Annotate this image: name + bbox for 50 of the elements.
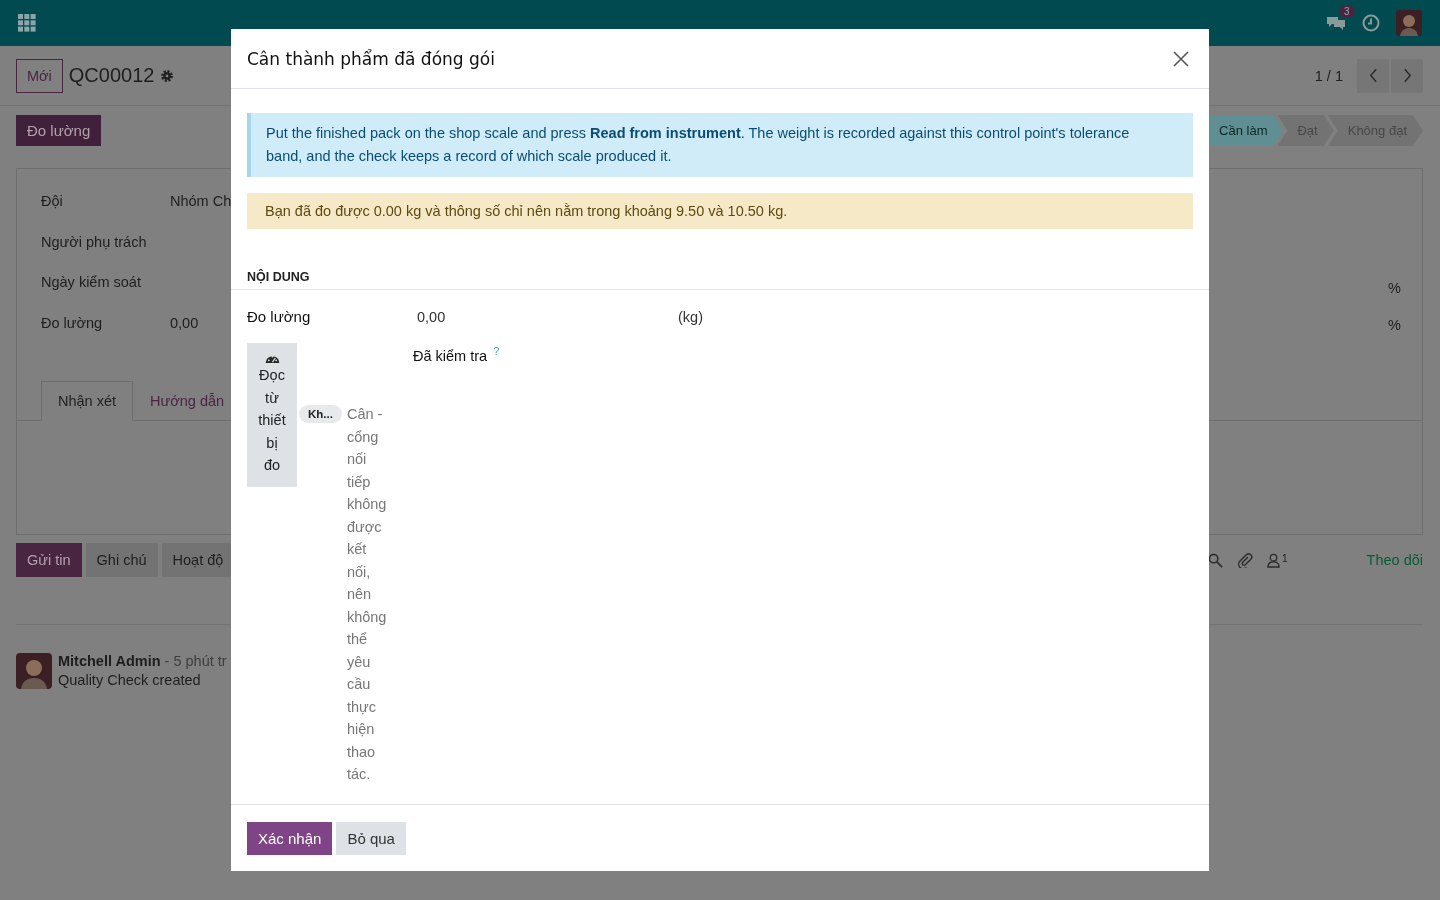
notification-badge: 3 [1339,5,1355,18]
message-time: - 5 phút tr [164,653,227,669]
field-label: Ngày kiểm soát [41,274,142,291]
message-author: Mitchell Admin [58,653,161,669]
record-title: QC00012 [68,64,155,87]
warning-alert: Bạn đã đo được 0.00 kg và thông số chỉ nên nằm trong khoảng 9.50 và 10.50 kg. [247,193,1193,229]
field-label: Đã kiểm tra [413,347,488,364]
device-status-text: Cân - cổng nối tiếp không được kết nối, nên không thể yêu cầu thực hiện thao tác. [346,405,388,784]
discard-button[interactable]: Bỏ qua [336,821,406,855]
read-instrument-button[interactable]: Đọc từ thiết bị đo [247,343,297,487]
chevron-right-icon [1402,68,1412,83]
unit-text: (kg) [678,308,703,325]
form-tab[interactable]: Nhận xét [41,381,134,421]
confirm-button[interactable]: Xác nhận [247,821,333,855]
chat-icon[interactable] [1326,14,1346,32]
field-label: Đo lường [41,314,104,331]
dialog-title: Cân thành phẩm đã đóng gói [247,48,495,69]
follow-link[interactable]: Theo dõi [1366,552,1423,568]
info-alert: Put the finished pack on the shop scale and press Read from instrument. The weight is recorded against this control point's tolerance band, and the check keeps a record of which scale produced it. [247,113,1193,177]
follower-count: 1 [1282,552,1288,564]
percent-sign: % [1388,317,1401,333]
device-tag: Kh... [299,405,342,423]
chatter-button[interactable]: Ghi chú [85,543,158,577]
field-label: Người phụ trách [41,233,148,250]
avatar-icon [16,653,52,689]
next-button[interactable] [1391,58,1423,93]
message-text: Quality Check created [58,672,202,688]
field-label: Đội [41,193,64,210]
help-tooltip[interactable]: ? [493,345,500,357]
previous-button[interactable] [1357,58,1389,93]
new-button[interactable]: Mới [16,58,63,93]
form-tab[interactable]: Hướng dẫn [133,381,242,421]
measure-button[interactable]: Đo lường [16,115,102,146]
paperclip-icon[interactable] [1237,552,1253,568]
app-grid-icon[interactable] [18,14,36,32]
measure-value: 0,00 [417,308,447,325]
field-value: 0,00 [170,314,199,331]
clock-icon[interactable] [1362,14,1380,32]
section-heading: NỘI DUNG [231,270,1209,290]
gear-icon[interactable] [160,68,175,83]
chatter-button[interactable]: Gửi tin [16,543,82,577]
field-value: Nhóm Ch [170,193,232,210]
field-label: Đo lường [247,308,312,325]
avatar-icon[interactable] [1396,10,1422,36]
search-icon[interactable] [1208,552,1223,568]
percent-sign: % [1388,280,1401,296]
gauge-icon [264,353,280,364]
chevron-left-icon [1368,68,1378,83]
pager-text: 1 / 1 [1314,67,1343,84]
person-icon[interactable] [1267,552,1280,568]
